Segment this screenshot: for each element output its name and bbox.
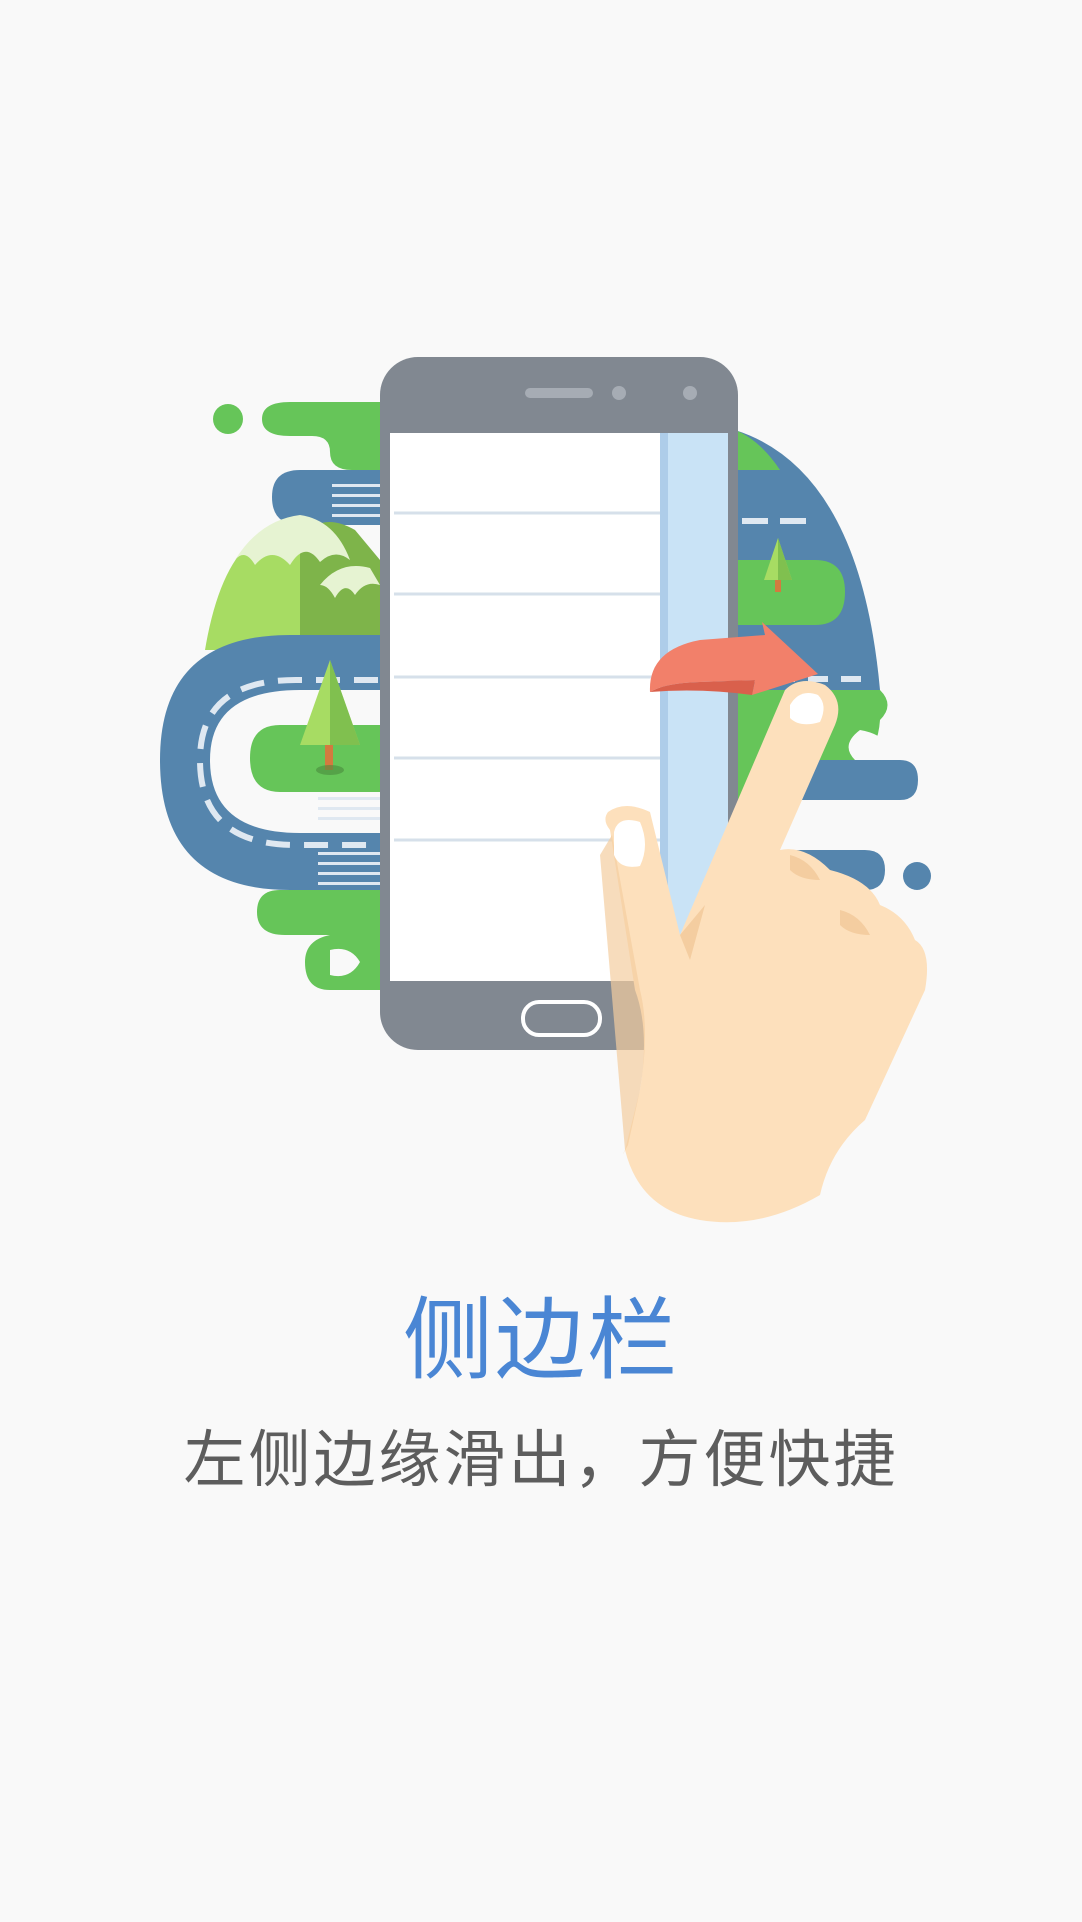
- sidebar-swipe-illustration: [160, 357, 931, 1223]
- feature-description: 左侧边缘滑出，方便快捷: [183, 1423, 899, 1496]
- left-landscape-icon: [160, 402, 380, 990]
- onboarding-screen[interactable]: 侧边栏 左侧边缘滑出，方便快捷: [0, 0, 1082, 1922]
- feature-title: 侧边栏: [403, 1288, 679, 1393]
